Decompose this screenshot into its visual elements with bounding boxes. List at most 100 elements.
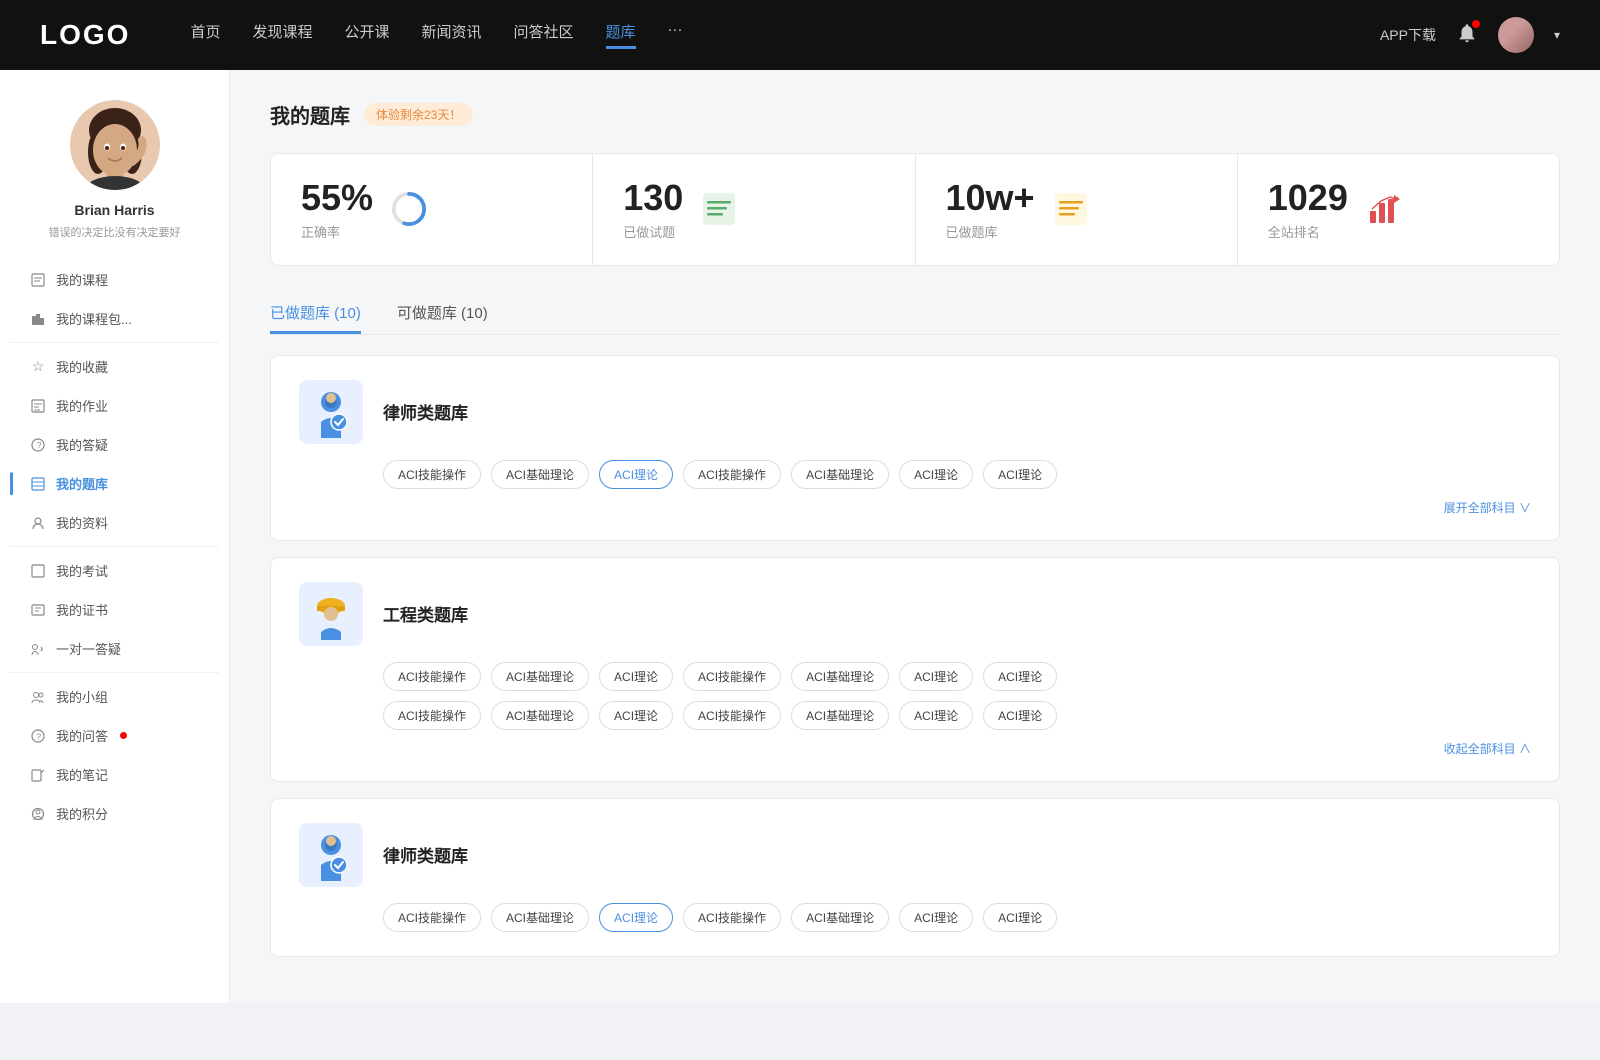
sidebar-item-homework[interactable]: 我的作业 <box>10 386 219 425</box>
favorites-icon: ☆ <box>30 359 46 375</box>
tag-2-1[interactable]: ACI基础理论 <box>491 662 589 691</box>
qbank-tags-2: ACI技能操作 ACI基础理论 ACI理论 ACI技能操作 ACI基础理论 AC… <box>383 662 1531 691</box>
page-title: 我的题库 <box>270 100 350 129</box>
done-banks-icon <box>1051 189 1091 229</box>
tag-2b-1[interactable]: ACI基础理论 <box>491 701 589 730</box>
tag-3-5[interactable]: ACI理论 <box>899 903 973 932</box>
expand-label-1: 展开全部科目 ∨ <box>1444 499 1531 516</box>
tag-2-4[interactable]: ACI基础理论 <box>791 662 889 691</box>
sidebar-item-my-courses[interactable]: 我的课程 <box>10 260 219 299</box>
tag-3-1[interactable]: ACI基础理论 <box>491 903 589 932</box>
tab-available-banks[interactable]: 可做题库 (10) <box>397 294 488 334</box>
tag-2b-6[interactable]: ACI理论 <box>983 701 1057 730</box>
svg-text:?: ? <box>37 441 42 450</box>
tag-2-5[interactable]: ACI理论 <box>899 662 973 691</box>
qbank-header-3: 律师类题库 <box>299 823 1531 887</box>
tutor-icon <box>30 641 46 657</box>
tag-2b-0[interactable]: ACI技能操作 <box>383 701 481 730</box>
qbank-card-lawyer-2: 律师类题库 ACI技能操作 ACI基础理论 ACI理论 ACI技能操作 ACI基… <box>270 798 1560 957</box>
nav-link-discover[interactable]: 发现课程 <box>252 21 312 49</box>
app-download-button[interactable]: APP下载 <box>1380 25 1436 45</box>
sidebar-divider-3 <box>10 672 219 673</box>
nav-link-opencourse[interactable]: 公开课 <box>344 21 389 49</box>
my-qa-label: 我的问答 <box>56 726 108 745</box>
sidebar-divider-2 <box>10 546 219 547</box>
tag-3-2[interactable]: ACI理论 <box>599 903 673 932</box>
tag-2b-4[interactable]: ACI基础理论 <box>791 701 889 730</box>
navbar: LOGO 首页 发现课程 公开课 新闻资讯 问答社区 题库 ··· APP下载 … <box>0 0 1600 70</box>
sidebar-item-course-package[interactable]: 我的课程包... <box>10 299 219 338</box>
nav-link-qbank[interactable]: 题库 <box>606 21 636 49</box>
tag-2-3[interactable]: ACI技能操作 <box>683 662 781 691</box>
sidebar-avatar <box>70 100 160 190</box>
tag-2-6[interactable]: ACI理论 <box>983 662 1057 691</box>
sidebar-item-certificate[interactable]: 我的证书 <box>10 590 219 629</box>
nav-link-more[interactable]: ··· <box>668 21 683 49</box>
tag-3-4[interactable]: ACI基础理论 <box>791 903 889 932</box>
done-banks-label: 已做题库 <box>946 222 1035 241</box>
nav-link-home[interactable]: 首页 <box>190 21 220 49</box>
page-header: 我的题库 体验剩余23天！ <box>270 100 1560 129</box>
qbank-footer-2[interactable]: 收起全部科目 ∧ <box>299 740 1531 757</box>
sidebar-item-profile[interactable]: 我的资料 <box>10 503 219 542</box>
tab-done-banks[interactable]: 已做题库 (10) <box>270 294 361 334</box>
sidebar-item-my-qa[interactable]: ? 我的问答 <box>10 716 219 755</box>
sidebar-item-tutor[interactable]: 一对一答疑 <box>10 629 219 668</box>
points-label: 我的积分 <box>56 804 108 823</box>
stat-done-questions: 130 已做试题 <box>593 154 915 265</box>
qbank-header-1: 律师类题库 <box>299 380 1531 444</box>
stats-row: 55% 正确率 130 已做试题 <box>270 153 1560 266</box>
tag-2b-5[interactable]: ACI理论 <box>899 701 973 730</box>
qbank-card-lawyer-1: 律师类题库 ACI技能操作 ACI基础理论 ACI理论 ACI技能操作 ACI基… <box>270 355 1560 541</box>
tag-1-4[interactable]: ACI基础理论 <box>791 460 889 489</box>
tag-1-5[interactable]: ACI理论 <box>899 460 973 489</box>
sidebar-item-group[interactable]: 我的小组 <box>10 677 219 716</box>
qa-icon: ? <box>30 437 46 453</box>
tag-2-2[interactable]: ACI理论 <box>599 662 673 691</box>
tag-1-1[interactable]: ACI基础理论 <box>491 460 589 489</box>
done-banks-number: 10w+ <box>946 178 1035 218</box>
sidebar-item-qa[interactable]: ? 我的答疑 <box>10 425 219 464</box>
sidebar-item-notes[interactable]: 我的笔记 <box>10 755 219 794</box>
done-questions-number: 130 <box>623 178 683 218</box>
group-icon <box>30 689 46 705</box>
user-menu-chevron[interactable]: ▾ <box>1554 28 1560 42</box>
sidebar-item-points[interactable]: 我的积分 <box>10 794 219 833</box>
homework-icon <box>30 398 46 414</box>
points-icon <box>30 806 46 822</box>
sidebar-item-favorites[interactable]: ☆ 我的收藏 <box>10 347 219 386</box>
qbank-title-3: 律师类题库 <box>383 842 468 867</box>
engineer-icon <box>299 582 363 646</box>
tag-3-3[interactable]: ACI技能操作 <box>683 903 781 932</box>
qbank-label: 我的题库 <box>56 474 108 493</box>
sidebar-menu: 我的课程 我的课程包... ☆ 我的收藏 我的作业 ? <box>0 260 229 833</box>
tag-1-6[interactable]: ACI理论 <box>983 460 1057 489</box>
tag-3-0[interactable]: ACI技能操作 <box>383 903 481 932</box>
sidebar-item-qbank[interactable]: 我的题库 <box>10 464 219 503</box>
tag-2-0[interactable]: ACI技能操作 <box>383 662 481 691</box>
qbank-footer-1[interactable]: 展开全部科目 ∨ <box>299 499 1531 516</box>
tag-1-0[interactable]: ACI技能操作 <box>383 460 481 489</box>
page-wrapper: Brian Harris 错误的决定比没有决定要好 我的课程 我的课程包... … <box>0 70 1600 1003</box>
tag-3-6[interactable]: ACI理论 <box>983 903 1057 932</box>
notes-label: 我的笔记 <box>56 765 108 784</box>
user-avatar[interactable] <box>1498 17 1534 53</box>
profile-label: 我的资料 <box>56 513 108 532</box>
nav-link-news[interactable]: 新闻资讯 <box>422 21 482 49</box>
accuracy-label: 正确率 <box>301 222 373 241</box>
accuracy-text: 55% 正确率 <box>301 178 373 241</box>
tag-1-2[interactable]: ACI理论 <box>599 460 673 489</box>
favorites-label: 我的收藏 <box>56 357 108 376</box>
nav-link-qa[interactable]: 问答社区 <box>514 21 574 49</box>
done-questions-text: 130 已做试题 <box>623 178 683 241</box>
tag-2b-2[interactable]: ACI理论 <box>599 701 673 730</box>
nav-links: 首页 发现课程 公开课 新闻资讯 问答社区 题库 ··· <box>190 21 1380 49</box>
certificate-icon <box>30 602 46 618</box>
tag-2b-3[interactable]: ACI技能操作 <box>683 701 781 730</box>
sidebar-item-exam[interactable]: 我的考试 <box>10 551 219 590</box>
group-label: 我的小组 <box>56 687 108 706</box>
tag-1-3[interactable]: ACI技能操作 <box>683 460 781 489</box>
stat-accuracy: 55% 正确率 <box>271 154 593 265</box>
notification-bell[interactable] <box>1456 22 1478 49</box>
nav-right: APP下载 ▾ <box>1380 17 1560 53</box>
